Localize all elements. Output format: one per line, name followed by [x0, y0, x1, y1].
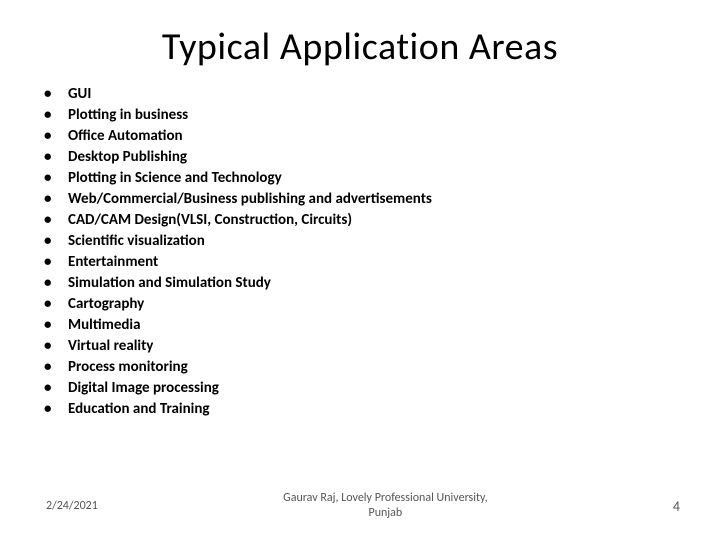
list-item: •Multimedia [40, 315, 680, 336]
slide-title: Typical Application Areas [40, 24, 680, 70]
bullet-icon: • [40, 210, 68, 231]
list-item-label: Cartography [68, 294, 680, 315]
bullet-icon: • [40, 315, 68, 336]
list-item-label: Multimedia [68, 315, 680, 336]
slide: Typical Application Areas •GUI•Plotting … [0, 0, 720, 540]
list-item-label: Office Automation [68, 126, 680, 147]
footer-author: Gaurav Raj, Lovely Professional Universi… [98, 491, 673, 522]
bullet-icon: • [40, 336, 68, 357]
footer-author-line1: Gaurav Raj, Lovely Professional Universi… [283, 491, 487, 505]
footer-author-line2: Punjab [369, 506, 403, 520]
list-item-label: Web/Commercial/Business publishing and a… [68, 189, 680, 210]
bullet-icon: • [40, 147, 68, 168]
bullet-icon: • [40, 252, 68, 273]
list-item: •Desktop Publishing [40, 147, 680, 168]
list-item-label: Plotting in Science and Technology [68, 168, 680, 189]
list-item: •Entertainment [40, 252, 680, 273]
list-item: •Simulation and Simulation Study [40, 273, 680, 294]
list-item: •Scientific visualization [40, 231, 680, 252]
list-item-label: Virtual reality [68, 336, 680, 357]
footer-date: 2/24/2021 [46, 499, 98, 513]
list-item: •Plotting in Science and Technology [40, 168, 680, 189]
list-item-label: GUI [68, 84, 680, 105]
list-item: •Process monitoring [40, 357, 680, 378]
bullet-icon: • [40, 84, 68, 105]
bullet-icon: • [40, 105, 68, 126]
bullet-icon: • [40, 189, 68, 210]
bullet-list: •GUI•Plotting in business•Office Automat… [40, 84, 680, 420]
list-item: •Virtual reality [40, 336, 680, 357]
list-item-label: Plotting in business [68, 105, 680, 126]
bullet-icon: • [40, 294, 68, 315]
list-item: •Web/Commercial/Business publishing and … [40, 189, 680, 210]
list-item: •Digital Image processing [40, 378, 680, 399]
list-item-label: Digital Image processing [68, 378, 680, 399]
list-item: •GUI [40, 84, 680, 105]
bullet-icon: • [40, 357, 68, 378]
list-item: •Office Automation [40, 126, 680, 147]
list-item-label: Scientific visualization [68, 231, 680, 252]
bullet-icon: • [40, 231, 68, 252]
list-item-label: Simulation and Simulation Study [68, 273, 680, 294]
bullet-icon: • [40, 378, 68, 399]
bullet-icon: • [40, 273, 68, 294]
slide-footer: 2/24/2021 Gaurav Raj, Lovely Professiona… [0, 491, 720, 522]
list-item-label: Desktop Publishing [68, 147, 680, 168]
bullet-icon: • [40, 126, 68, 147]
list-item: •CAD/CAM Design(VLSI, Construction, Circ… [40, 210, 680, 231]
list-item-label: CAD/CAM Design(VLSI, Construction, Circu… [68, 210, 680, 231]
footer-page-number: 4 [673, 498, 680, 515]
bullet-icon: • [40, 399, 68, 420]
list-item: •Cartography [40, 294, 680, 315]
slide-content: •GUI•Plotting in business•Office Automat… [40, 84, 680, 420]
list-item: •Education and Training [40, 399, 680, 420]
list-item: •Plotting in business [40, 105, 680, 126]
list-item-label: Process monitoring [68, 357, 680, 378]
list-item-label: Education and Training [68, 399, 680, 420]
list-item-label: Entertainment [68, 252, 680, 273]
bullet-icon: • [40, 168, 68, 189]
